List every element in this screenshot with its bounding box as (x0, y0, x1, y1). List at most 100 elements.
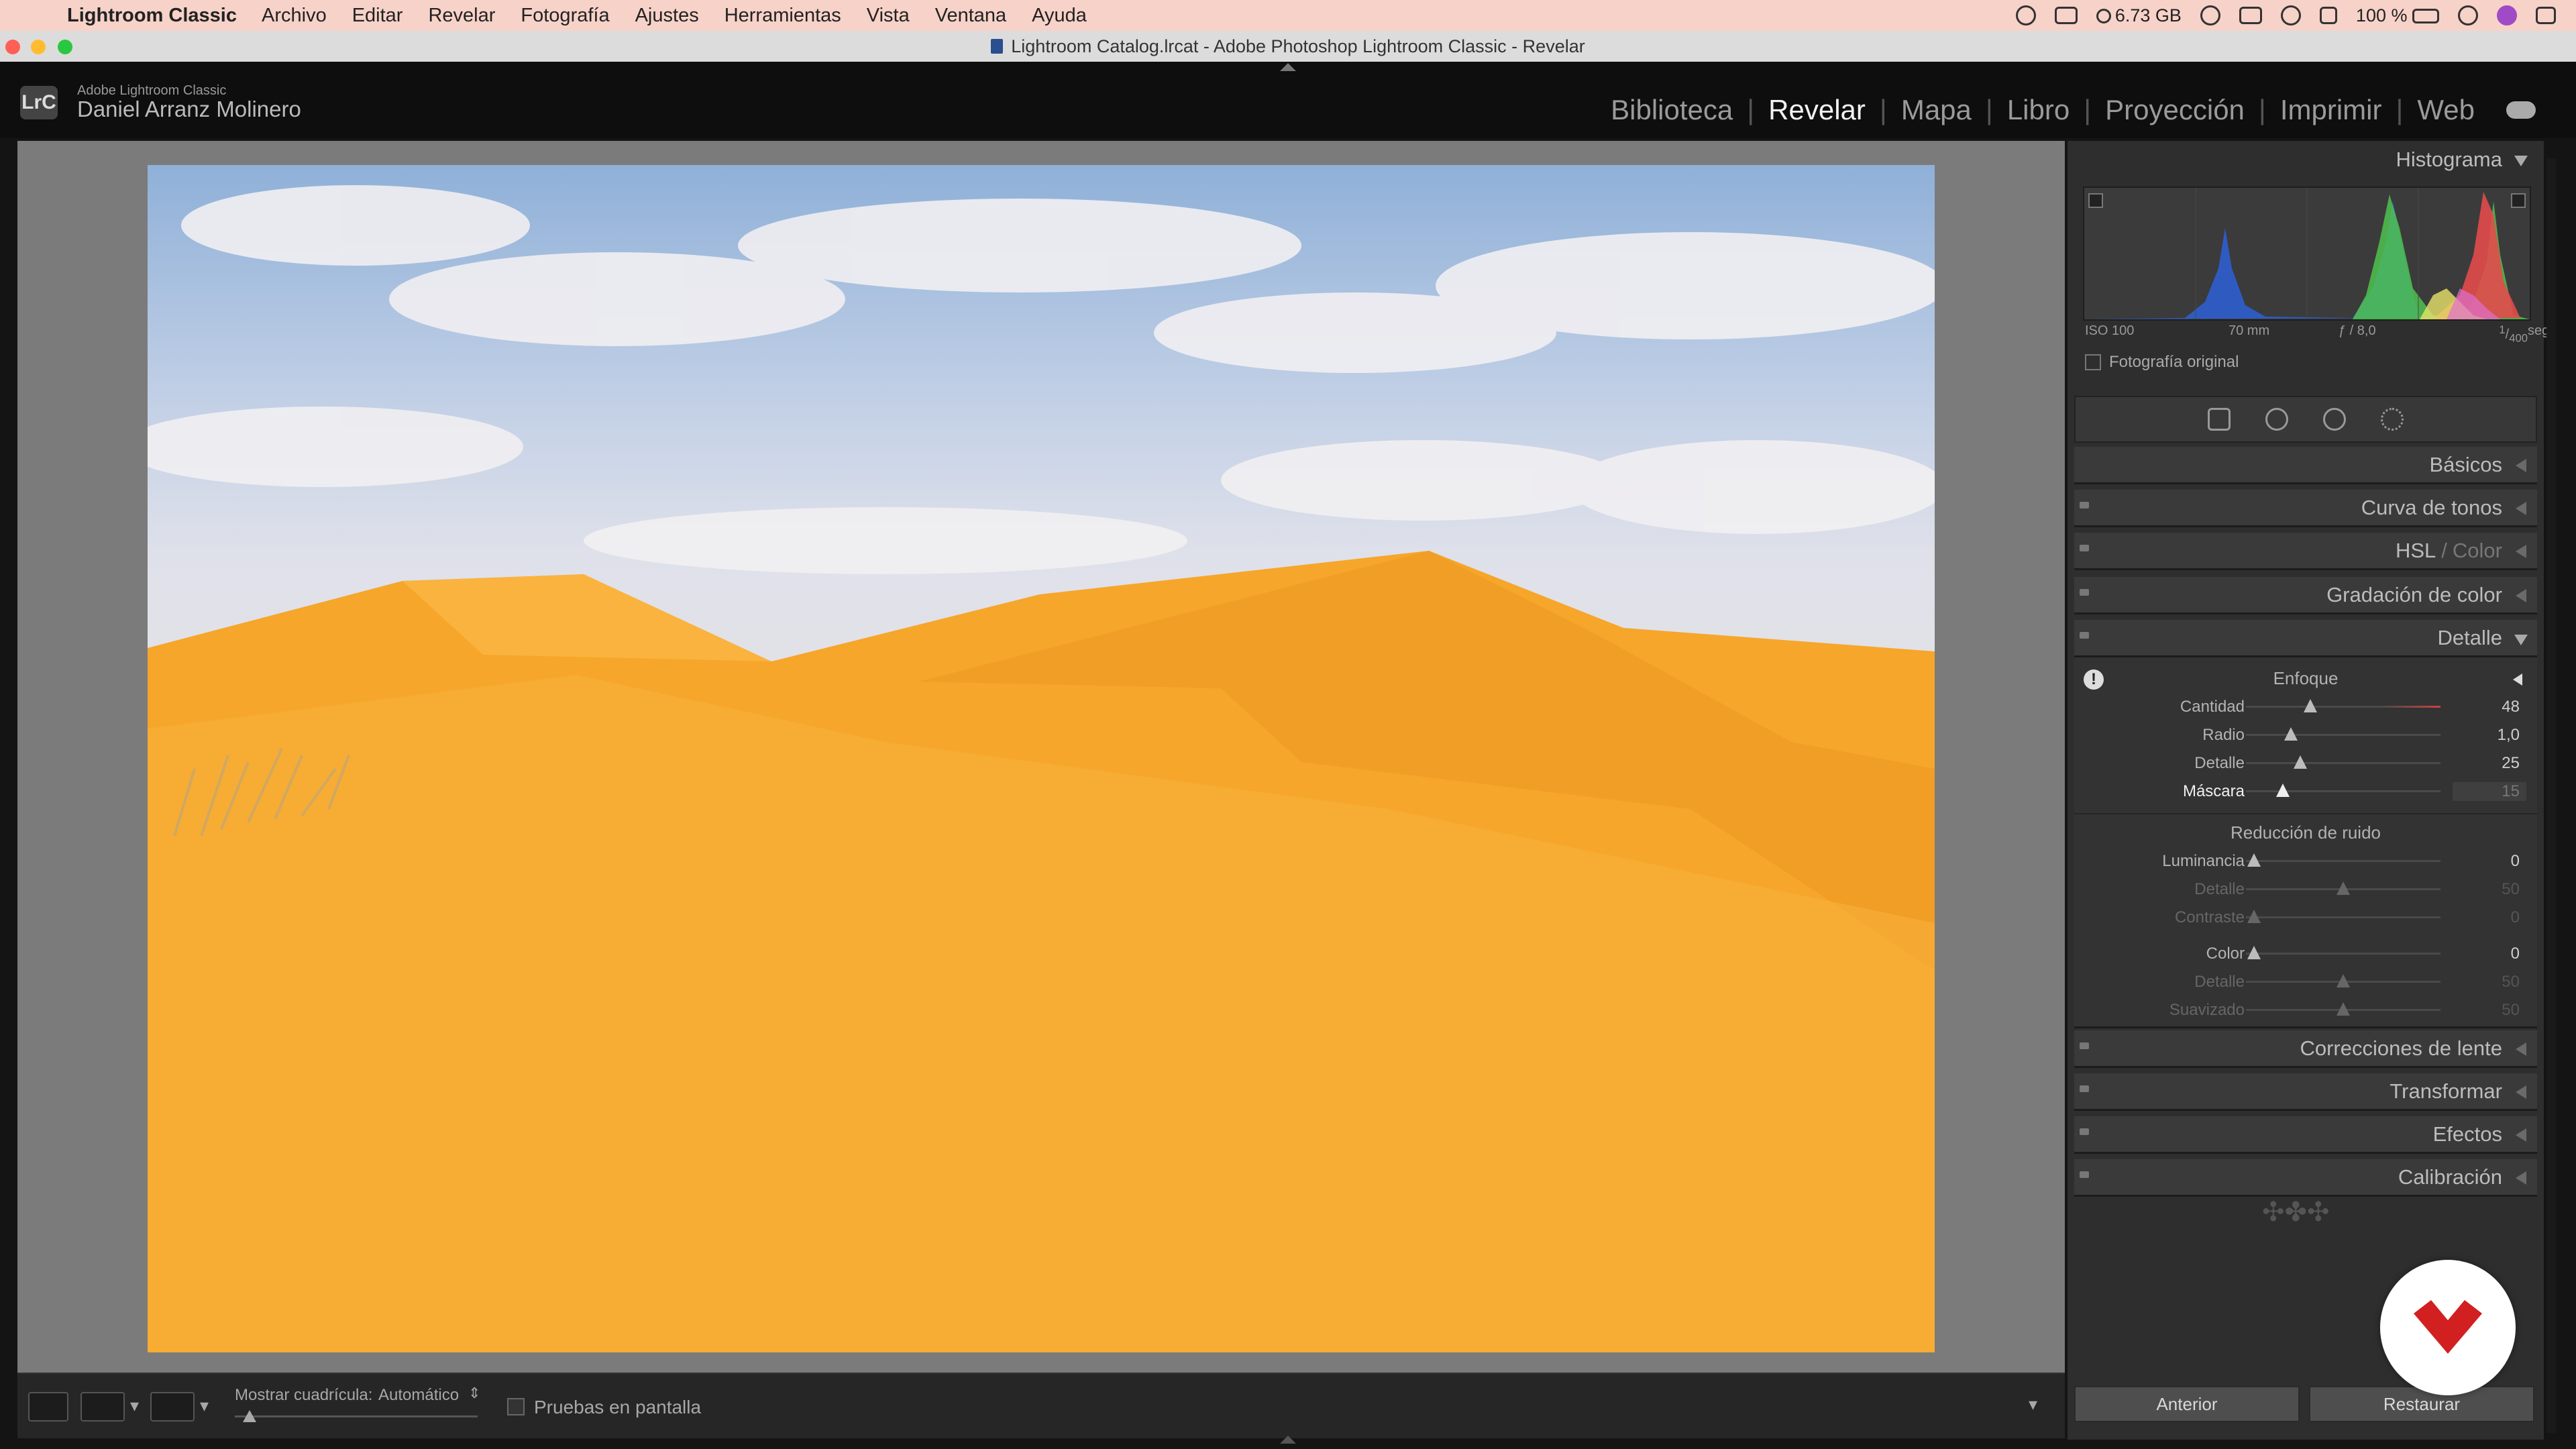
menu-ventana[interactable]: Ventana (935, 5, 1006, 27)
panel-switch-icon[interactable] (2080, 589, 2089, 596)
module-biblioteca[interactable]: Biblioteca (1597, 94, 1747, 126)
menu-ajustes[interactable]: Ajustes (635, 5, 699, 27)
highlight-clipping-icon[interactable] (2511, 193, 2526, 208)
before-after-swap-button[interactable] (150, 1392, 195, 1421)
menu-revelar[interactable]: Revelar (428, 5, 495, 27)
histogram-header[interactable]: Histograma (2074, 141, 2537, 178)
panel-switch-icon[interactable] (2080, 502, 2089, 508)
slider-track[interactable] (2246, 916, 2440, 918)
siri-icon[interactable] (2497, 5, 2517, 25)
histogram-graph[interactable] (2083, 186, 2531, 321)
slider-luminance-detail[interactable]: Detalle 50 (2074, 875, 2537, 902)
panel-switch-icon[interactable] (2080, 1171, 2089, 1178)
slider-value[interactable]: 48 (2466, 698, 2520, 716)
slider-value[interactable]: 50 (2466, 973, 2520, 991)
memory-status[interactable]: 6.73 GB (2096, 5, 2182, 26)
slider-color-smoothness[interactable]: Suavizado 50 (2074, 996, 2537, 1022)
slider-value[interactable]: 15 (2453, 782, 2526, 801)
panel-effects[interactable]: Efectos (2074, 1116, 2537, 1154)
filmstrip-toggle-icon[interactable] (1280, 1436, 1296, 1444)
panel-hsl-label[interactable]: HSL (2396, 539, 2436, 563)
panel-color-label[interactable]: Color (2453, 539, 2502, 563)
slider-thumb[interactable] (2247, 946, 2261, 959)
slider-thumb[interactable] (2247, 853, 2261, 867)
close-window-button[interactable] (5, 40, 20, 54)
wifi-icon[interactable] (2280, 5, 2301, 25)
module-libro[interactable]: Libro (1993, 94, 2084, 126)
red-eye-icon[interactable] (2323, 408, 2346, 431)
panel-lens-corrections[interactable]: Correcciones de lente (2074, 1030, 2537, 1068)
right-panel-scrollbar[interactable] (2546, 158, 2556, 1433)
slider-sharpen-detail[interactable]: Detalle 25 (2074, 749, 2537, 775)
soft-proofing-checkbox[interactable] (507, 1398, 525, 1415)
minimize-window-button[interactable] (31, 40, 46, 54)
grid-opacity-slider[interactable] (235, 1415, 478, 1417)
panel-detail[interactable]: Detalle (2074, 620, 2537, 657)
menu-app-name[interactable]: Lightroom Classic (67, 5, 237, 27)
slider-value[interactable]: 0 (2466, 945, 2520, 963)
before-after-dropdown-icon[interactable]: ▾ (130, 1395, 139, 1416)
panel-switch-icon[interactable] (2080, 545, 2089, 551)
slider-value[interactable]: 25 (2466, 754, 2520, 773)
crop-tool-icon[interactable] (2208, 408, 2231, 431)
slider-thumb[interactable] (2276, 784, 2290, 797)
healing-brush-icon[interactable] (2265, 408, 2288, 431)
top-panel-toggle-icon[interactable] (1280, 63, 1296, 71)
module-web[interactable]: Web (2403, 94, 2489, 126)
module-imprimir[interactable]: Imprimir (2266, 94, 2396, 126)
slider-track[interactable] (2246, 762, 2440, 764)
menu-archivo[interactable]: Archivo (262, 5, 327, 27)
reset-button[interactable]: Restaurar (2309, 1386, 2534, 1422)
slider-thumb[interactable] (2294, 755, 2308, 769)
menu-editar[interactable]: Editar (352, 5, 403, 27)
slider-value[interactable]: 50 (2466, 880, 2520, 899)
slider-color-noise[interactable]: Color 0 (2074, 939, 2537, 966)
slider-color-detail[interactable]: Detalle 50 (2074, 967, 2537, 994)
slider-thumb[interactable] (2337, 881, 2350, 895)
slider-track[interactable] (2246, 860, 2440, 862)
original-photo-checkbox[interactable] (2085, 354, 2101, 370)
swap-dropdown-icon[interactable]: ▾ (200, 1395, 209, 1416)
slider-track[interactable] (2246, 790, 2440, 792)
toolbar-menu-chevron-icon[interactable]: ▾ (2029, 1394, 2037, 1415)
slider-sharpen-masking[interactable]: Máscara 15 (2074, 777, 2537, 804)
menu-ayuda[interactable]: Ayuda (1032, 5, 1087, 27)
module-proyeccion[interactable]: Proyección (2091, 94, 2259, 126)
before-after-view-button[interactable] (80, 1392, 125, 1421)
slider-value[interactable]: 50 (2466, 1001, 2520, 1020)
original-photo-toggle[interactable]: Fotografía original (2085, 353, 2239, 372)
menu-herramientas[interactable]: Herramientas (724, 5, 841, 27)
fullscreen-window-button[interactable] (58, 40, 72, 54)
panel-transform[interactable]: Transformar (2074, 1073, 2537, 1111)
cloud-sync-icon[interactable] (2506, 101, 2536, 119)
panel-basics[interactable]: Básicos (2074, 447, 2537, 484)
panel-switch-icon[interactable] (2080, 632, 2089, 639)
image-viewer[interactable] (17, 141, 2065, 1373)
masking-icon[interactable] (2381, 408, 2404, 431)
menu-fotografia[interactable]: Fotografía (521, 5, 609, 27)
previous-button[interactable]: Anterior (2074, 1386, 2300, 1422)
panel-switch-icon[interactable] (2080, 1042, 2089, 1049)
slider-value[interactable]: 0 (2466, 852, 2520, 871)
creative-cloud-icon[interactable] (2015, 5, 2036, 25)
panel-hsl-color[interactable]: HSL / Color (2074, 533, 2537, 570)
slider-sharpen-amount[interactable]: Cantidad 48 (2074, 692, 2537, 719)
panel-switch-icon[interactable] (2080, 1128, 2089, 1135)
slider-thumb[interactable] (2303, 699, 2317, 712)
shadow-clipping-icon[interactable] (2088, 193, 2103, 208)
slider-track[interactable] (2246, 953, 2440, 955)
airplay-icon[interactable] (2239, 7, 2262, 24)
panel-switch-icon[interactable] (2080, 1085, 2089, 1092)
slider-luminance-contrast[interactable]: Contraste 0 (2074, 903, 2537, 930)
slider-sharpen-radius[interactable]: Radio 1,0 (2074, 720, 2537, 747)
panel-calibration[interactable]: Calibración (2074, 1159, 2537, 1197)
slider-value[interactable]: 0 (2466, 908, 2520, 927)
slider-thumb[interactable] (2337, 1002, 2350, 1016)
module-revelar[interactable]: Revelar (1754, 94, 1880, 126)
menu-vista[interactable]: Vista (867, 5, 910, 27)
module-mapa[interactable]: Mapa (1887, 94, 1986, 126)
slider-thumb[interactable] (2337, 974, 2350, 987)
volume-icon[interactable] (2319, 7, 2337, 24)
slider-track[interactable] (2246, 734, 2440, 736)
panel-tone-curve[interactable]: Curva de tonos (2074, 490, 2537, 527)
